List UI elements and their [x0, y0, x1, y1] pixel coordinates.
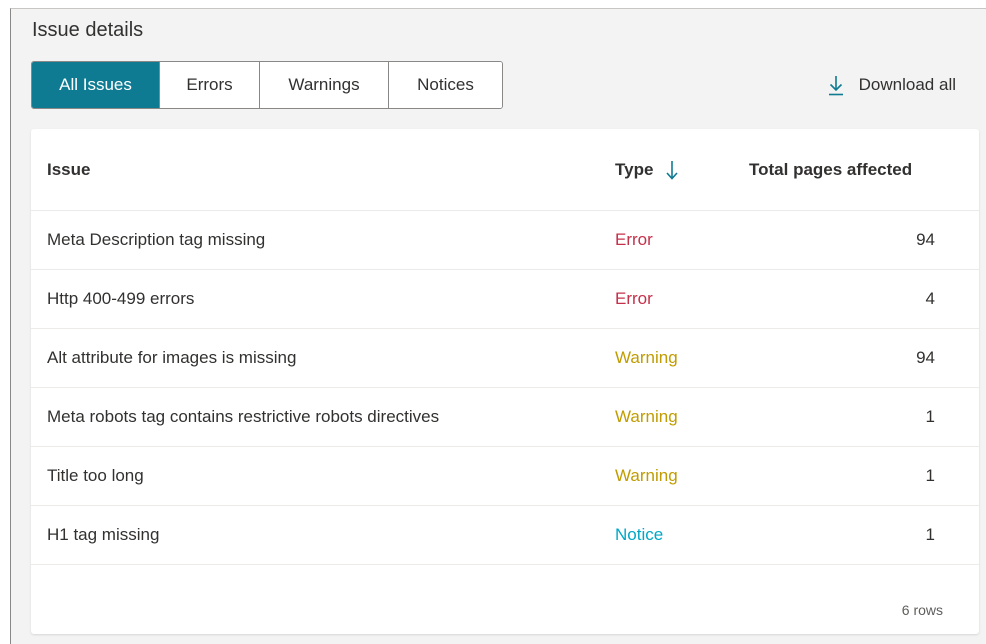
pages-affected: 1: [925, 525, 935, 544]
pages-affected: 1: [925, 466, 935, 485]
column-header-type[interactable]: Type: [615, 159, 679, 181]
row-count: 6 rows: [901, 602, 943, 618]
tab-errors[interactable]: Errors: [160, 62, 260, 108]
table-row[interactable]: Meta Description tag missing Error 94: [31, 211, 979, 270]
pages-affected: 94: [916, 348, 935, 367]
table-row[interactable]: Title too long Warning 1: [31, 447, 979, 506]
issue-type: Error: [615, 289, 653, 308]
tab-warnings[interactable]: Warnings: [260, 62, 389, 108]
issue-type: Notice: [615, 525, 664, 544]
issue-type: Warning: [615, 407, 678, 426]
column-header-type-label: Type: [615, 159, 654, 179]
tab-notices[interactable]: Notices: [389, 62, 502, 108]
column-header-pages[interactable]: Total pages affected: [749, 160, 912, 180]
issue-type: Warning: [615, 348, 678, 367]
download-all-button[interactable]: Download all: [827, 73, 956, 97]
issue-name: Http 400-499 errors: [47, 289, 195, 308]
issue-name: Meta Description tag missing: [47, 230, 266, 249]
pages-affected: 4: [925, 289, 935, 308]
issues-table: Issue Type Total pages affected Meta Des…: [31, 129, 979, 634]
issue-name: Title too long: [47, 466, 144, 485]
issue-filter-tabs: All Issues Errors Warnings Notices: [31, 61, 503, 109]
issue-name: Meta robots tag contains restrictive rob…: [47, 407, 440, 426]
issue-type: Error: [615, 230, 653, 249]
table-header-row: Issue Type Total pages affected: [31, 129, 979, 211]
download-icon: [828, 76, 843, 96]
arrow-down-icon: [666, 160, 679, 180]
pages-affected: 1: [925, 407, 935, 426]
issue-name: H1 tag missing: [47, 525, 160, 544]
table-row[interactable]: Alt attribute for images is missing Warn…: [31, 329, 979, 388]
issue-details-panel: Issue details All Issues Errors Warnings…: [10, 8, 986, 644]
table-row[interactable]: Meta robots tag contains restrictive rob…: [31, 388, 979, 447]
issue-name: Alt attribute for images is missing: [47, 348, 297, 367]
column-header-issue[interactable]: Issue: [47, 160, 90, 180]
tab-all-issues[interactable]: All Issues: [32, 62, 160, 108]
download-all-label: Download all: [858, 75, 956, 94]
pages-affected: 94: [916, 230, 935, 249]
table-row[interactable]: Http 400-499 errors Error 4: [31, 270, 979, 329]
issue-type: Warning: [615, 466, 678, 485]
section-title: Issue details: [32, 19, 144, 41]
table-row[interactable]: H1 tag missing Notice 1: [31, 506, 979, 565]
